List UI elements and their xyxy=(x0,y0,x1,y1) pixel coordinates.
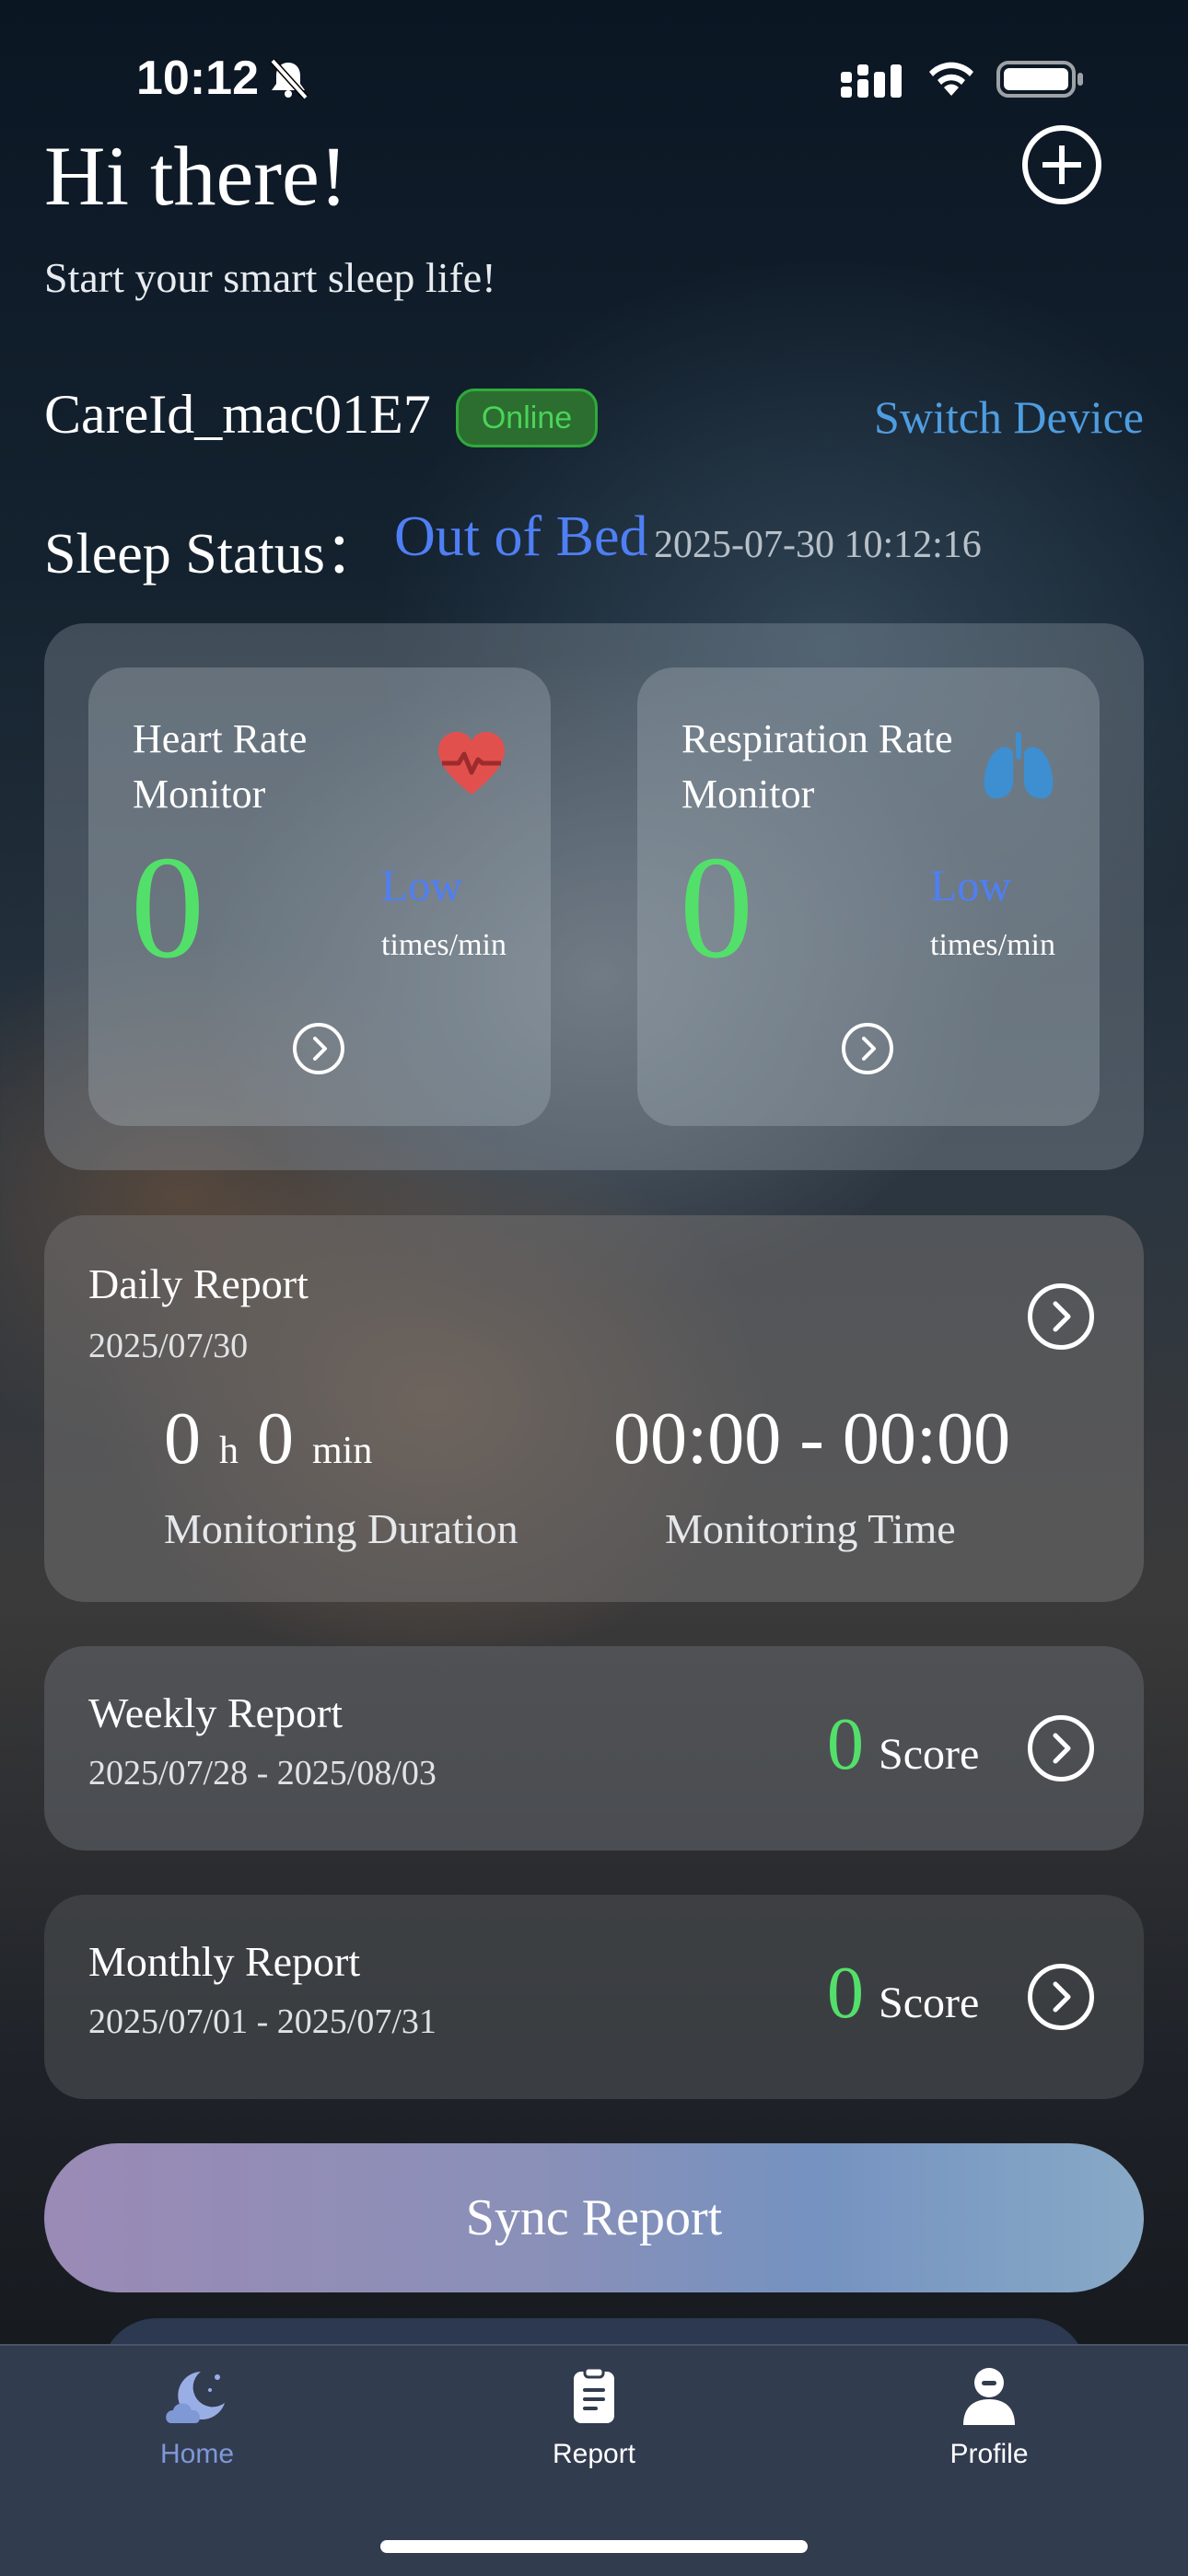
respiration-rate-card[interactable]: Respiration Rate Monitor 0 Low times/min xyxy=(637,667,1100,1126)
chevron-right-icon xyxy=(313,1037,327,1061)
daily-report-date: 2025/07/30 xyxy=(88,1327,249,1365)
tab-report[interactable]: Report xyxy=(493,2366,695,2470)
duration-hours: 0 xyxy=(164,1398,201,1479)
greeting-subtitle: Start your smart sleep life! xyxy=(44,254,496,301)
moon-cloud-icon xyxy=(166,2372,225,2423)
weekly-report-card[interactable]: Weekly Report 2025/07/28 - 2025/08/03 0 … xyxy=(44,1646,1144,1851)
respiration-rate-title: Respiration Rate Monitor xyxy=(681,716,953,817)
greeting-title: Hi there! xyxy=(44,129,348,223)
battery-icon xyxy=(996,61,1083,98)
tab-profile-label: Profile xyxy=(949,2439,1029,2469)
weekly-score-label: Score xyxy=(879,1730,980,1779)
lungs-icon xyxy=(984,732,1054,799)
monthly-report-card[interactable]: Monthly Report 2025/07/01 - 2025/07/31 0… xyxy=(44,1895,1144,2099)
heart-rate-value: 0 xyxy=(131,825,204,989)
home-indicator xyxy=(380,2540,808,2553)
monitoring-time-range: 00:00 - 00:00 xyxy=(613,1398,1011,1479)
chevron-right-icon xyxy=(1053,1981,1071,2013)
respiration-detail-button[interactable] xyxy=(842,1023,893,1074)
heart-rate-unit: times/min xyxy=(381,928,507,962)
tab-profile[interactable]: Profile xyxy=(888,2366,1090,2470)
chevron-right-icon xyxy=(1053,1301,1071,1332)
chevron-right-icon xyxy=(862,1037,876,1061)
wifi-icon xyxy=(929,62,973,96)
heart-rate-level: Low xyxy=(381,862,462,911)
bell-muted-icon xyxy=(270,59,309,99)
cellular-signal-icon xyxy=(841,64,902,98)
respiration-rate-level: Low xyxy=(930,862,1011,911)
tab-report-label: Report xyxy=(552,2439,636,2469)
status-time: 10:12 xyxy=(136,52,259,105)
online-status-badge: Online xyxy=(456,389,598,447)
monthly-report-open-button[interactable] xyxy=(1028,1964,1094,2030)
respiration-rate-value: 0 xyxy=(680,825,753,989)
duration-minutes: 0 xyxy=(257,1398,294,1479)
add-device-button[interactable] xyxy=(1022,125,1101,204)
sleep-status-value: Out of Bed xyxy=(394,505,648,568)
heart-rate-detail-button[interactable] xyxy=(293,1023,344,1074)
tab-home[interactable]: Home xyxy=(96,2366,298,2470)
sync-report-button[interactable]: Sync Report xyxy=(44,2143,1144,2292)
sleep-status-label: Sleep Status： xyxy=(44,523,382,586)
monitoring-time-label: Monitoring Time xyxy=(665,1505,956,1552)
monitoring-duration-value: 0 h 0 min xyxy=(164,1398,372,1481)
weekly-report-title: Weekly Report xyxy=(88,1689,344,1736)
switch-device-link[interactable]: Switch Device xyxy=(874,390,1144,444)
daily-report-open-button[interactable] xyxy=(1028,1283,1094,1350)
monthly-report-dates: 2025/07/01 - 2025/07/31 xyxy=(88,2002,437,2041)
monitor-panel: Heart Rate Monitor 0 Low times/min Respi… xyxy=(44,623,1144,1170)
respiration-rate-unit: times/min xyxy=(930,928,1055,962)
heart-rate-title: Heart Rate Monitor xyxy=(133,716,308,817)
monthly-score-value: 0 xyxy=(827,1953,864,2034)
monthly-report-title: Monthly Report xyxy=(88,1938,361,1985)
clipboard-icon xyxy=(574,2366,614,2423)
monitoring-duration-label: Monitoring Duration xyxy=(164,1505,518,1552)
duration-hours-unit: h xyxy=(219,1430,239,1472)
device-name: CareId_mac01E7 xyxy=(44,384,431,445)
weekly-score-value: 0 xyxy=(827,1704,864,1785)
monthly-score-label: Score xyxy=(879,1978,980,2027)
person-icon xyxy=(963,2368,1015,2425)
chevron-right-icon xyxy=(1053,1733,1071,1764)
tab-home-label: Home xyxy=(159,2439,235,2469)
duration-minutes-unit: min xyxy=(312,1430,373,1472)
daily-report-card[interactable]: Daily Report 2025/07/30 0 h 0 min 00:00 … xyxy=(44,1215,1144,1602)
daily-report-title: Daily Report xyxy=(88,1260,309,1307)
heart-rate-card[interactable]: Heart Rate Monitor 0 Low times/min xyxy=(88,667,551,1126)
weekly-report-dates: 2025/07/28 - 2025/08/03 xyxy=(88,1754,437,1793)
heart-icon xyxy=(438,732,505,795)
weekly-report-open-button[interactable] xyxy=(1028,1715,1094,1781)
sleep-status-timestamp: 2025-07-30 10:12:16 xyxy=(654,524,982,566)
